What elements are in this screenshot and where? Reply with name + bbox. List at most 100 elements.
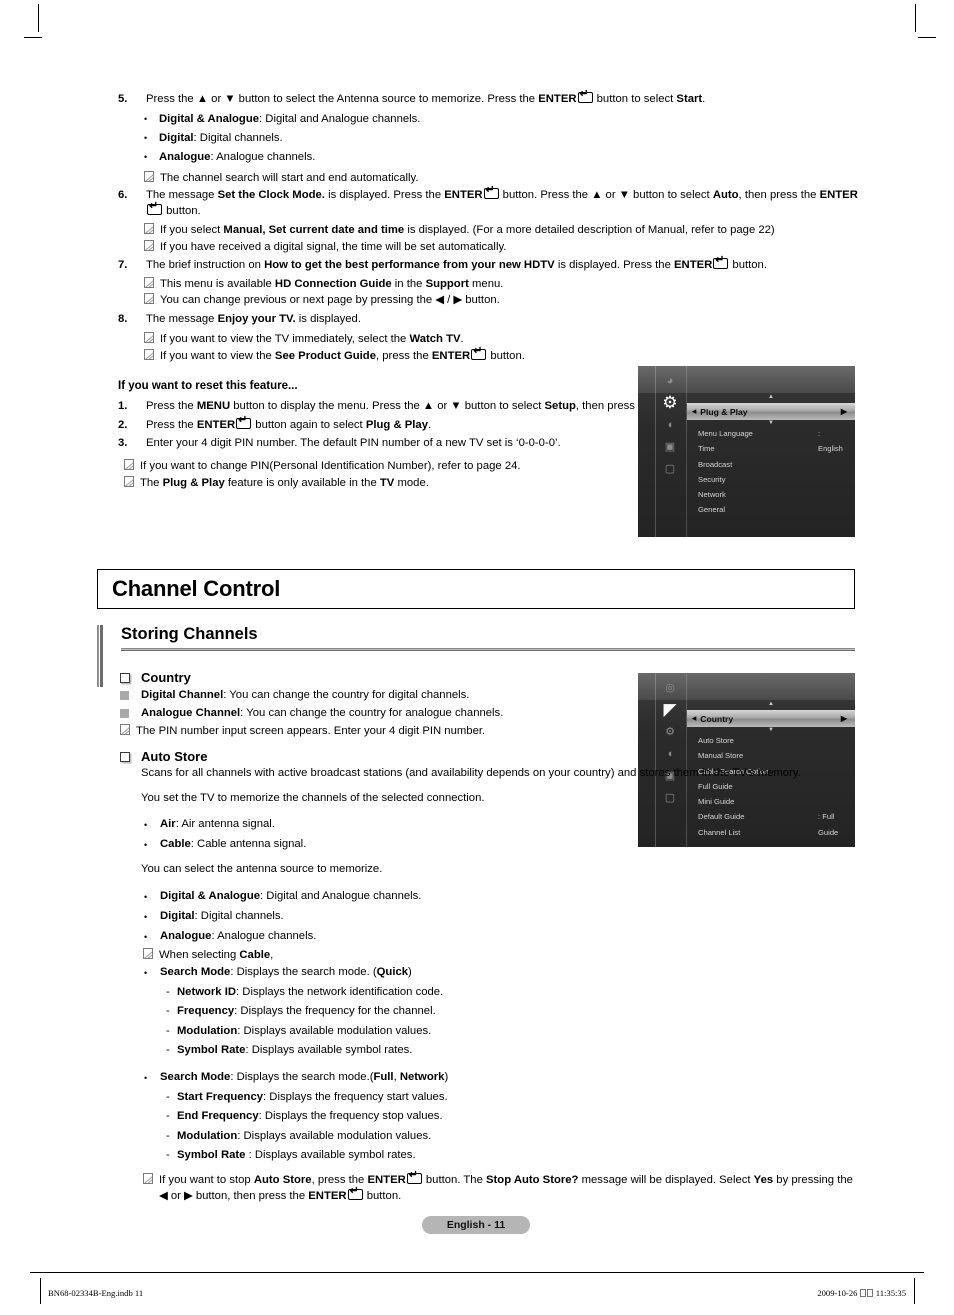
country-heading-row: Country: [120, 670, 860, 685]
auto-store-para-2: You set the TV to memorize the channels …: [141, 791, 485, 804]
step-8: 8. The message Enjoy your TV. is display…: [118, 312, 858, 328]
step-6-text: The message Set the Clock Mode. is displ…: [146, 185, 858, 219]
dash-marker-icon: -: [166, 1005, 170, 1017]
memo-note-icon: [124, 458, 140, 475]
list-item: - Modulation: Displays available modulati…: [120, 1127, 860, 1147]
chevron-right-icon: ▶: [840, 407, 847, 416]
footer-file-name: BN68-02334B-Eng.indb 11: [48, 1288, 144, 1298]
auto-store-para-3: You can select the antenna source to mem…: [141, 863, 383, 875]
list-item-text: Symbol Rate : Displays available symbol …: [177, 1149, 416, 1161]
storing-channels-body: Country Digital Channel: You can change …: [120, 670, 860, 1204]
osd-row-label: Time: [698, 444, 715, 454]
osd-row-network[interactable]: Network: [698, 487, 753, 502]
dash-marker-icon: -: [166, 1129, 170, 1142]
monitor-icon[interactable]: ▣: [659, 436, 681, 457]
note-text: This menu is available HD Connection Gui…: [160, 277, 504, 290]
note: If you want to view the See Product Guid…: [118, 346, 858, 365]
osd-row-time[interactable]: Time: [698, 441, 753, 456]
osd-row-security[interactable]: Security: [698, 472, 753, 487]
section-accent-bar: [97, 625, 103, 687]
note: If you select Manual, Set current date a…: [118, 222, 858, 239]
note: If you want to view the TV immediately, …: [118, 331, 858, 348]
osd-selected-row-setup[interactable]: ◀ Plug & Play ▶: [687, 403, 855, 420]
reset-step-3-number: 3.: [118, 437, 128, 449]
list-item-text: Search Mode: Displays the search mode. (…: [160, 965, 412, 978]
bullet-dot-icon: •: [144, 911, 148, 922]
step-8-text: The message Enjoy your TV. is displayed.: [146, 312, 361, 325]
speaker-icon[interactable]: ◖: [659, 414, 681, 435]
osd-setup-menu: Setup ◕ ⚙ ◖ ▣ ▢ ▲ ◀ Plug & Play ▶ ▼ Menu…: [638, 366, 855, 537]
list-item: • Cable: Cable antenna signal.: [120, 835, 860, 855]
reset-step-2-number: 2.: [118, 418, 128, 431]
osd-row-label: General: [698, 505, 726, 515]
dash-marker-icon: -: [166, 1090, 170, 1103]
crop-mark-bottom-left-v: [40, 1278, 41, 1304]
list-item-text: Modulation: Displays available modulatio…: [177, 1129, 432, 1142]
dash-marker-icon: -: [166, 1044, 170, 1056]
osd-row-menu-language[interactable]: Menu Language: English: [698, 426, 843, 453]
auto-store-para-1: Scans for all channels with active broad…: [141, 767, 801, 779]
list-item: - Symbol Rate: Displays available symbol …: [120, 1041, 860, 1061]
filled-square-icon: [120, 709, 129, 718]
osd-selected-label: Plug & Play: [700, 406, 748, 417]
support-icon[interactable]: ▢: [659, 458, 681, 479]
chapter-title-box: Channel Control: [97, 569, 855, 609]
osd-row-broadcast[interactable]: Broadcast: [698, 457, 753, 472]
note-text: If you have received a digital signal, t…: [160, 240, 507, 253]
auto-store-heading-row: Auto Store: [120, 749, 860, 764]
list-item: Digital Channel: You can change the coun…: [120, 687, 860, 704]
memo-note-icon: [144, 331, 160, 348]
square-bullet-icon: [120, 673, 130, 683]
note-text: If you want to stop Auto Store, press th…: [159, 1170, 860, 1204]
picture-icon[interactable]: ◕: [659, 370, 681, 391]
list-item: • Digital: Digital channels.: [118, 129, 858, 148]
list-item: • Analogue: Analogue channels.: [118, 148, 858, 167]
step-7-number: 7.: [118, 259, 128, 271]
memo-note-icon: [144, 276, 160, 293]
list-item: - Frequency: Displays the frequency for t…: [120, 1002, 860, 1022]
section-title: Storing Channels: [121, 625, 258, 643]
osd-scroll-up-indicator: ▲: [768, 394, 774, 400]
bullet-dot-icon: •: [144, 891, 148, 902]
list-item: • Air: Air antenna signal.: [120, 815, 860, 835]
square-bullet-icon: [120, 752, 130, 762]
list-item-text: Air: Air antenna signal.: [160, 818, 275, 830]
osd-row-general[interactable]: General: [698, 502, 753, 517]
note: When selecting Cable,: [120, 947, 860, 963]
crop-mark-bottom-right-v: [914, 1278, 915, 1304]
list-item-text: Analogue Channel: You can change the cou…: [141, 707, 504, 719]
note-text: If you select Manual, Set current date a…: [160, 224, 775, 236]
dash-marker-icon: -: [166, 1149, 170, 1161]
note-text: If you want to view the See Product Guid…: [160, 346, 858, 365]
list-item-text: Symbol Rate: Displays available symbol r…: [177, 1044, 413, 1056]
section-divider: [121, 648, 855, 651]
memo-note-icon: [143, 947, 159, 963]
list-item: - End Frequency: Displays the frequency s…: [120, 1107, 860, 1127]
note-text: If you want to view the TV immediately, …: [160, 333, 464, 345]
search-mode-full-row: • Search Mode: Displays the search mode.(…: [120, 1068, 860, 1088]
step-5-text: Press the ▲ or ▼ button to select the An…: [146, 89, 858, 108]
osd-setup-list: Menu Language: English Time Broadcast Se…: [698, 426, 843, 518]
osd-divider-right: [686, 366, 687, 537]
footer-time: 11:35:35: [875, 1288, 906, 1298]
memo-note-icon: [144, 292, 160, 309]
list-item-text: Digital & Analogue: Digital and Analogue…: [159, 112, 421, 125]
bullet-dot-icon: •: [144, 132, 148, 143]
note: If you have received a digital signal, t…: [118, 239, 858, 256]
auto-store-heading: Auto Store: [141, 749, 208, 764]
note: This menu is available HD Connection Gui…: [118, 276, 858, 293]
bullet-dot-icon: •: [144, 840, 148, 850]
list-item: • Digital: Digital channels.: [120, 907, 860, 927]
manual-page: 5. Press the ▲ or ▼ button to select the…: [0, 0, 954, 1315]
osd-divider-left: [655, 366, 656, 537]
list-item: - Symbol Rate : Displays available symbol…: [120, 1146, 860, 1166]
list-item-text: Analogue: Analogue channels.: [159, 150, 316, 163]
bullet-dot-icon: •: [144, 931, 148, 942]
bullet-dot-icon: •: [144, 1072, 148, 1083]
gear-icon[interactable]: ⚙: [659, 392, 681, 413]
search-mode-quick-row: • Search Mode: Displays the search mode. …: [120, 963, 860, 983]
section-header: Storing Channels: [97, 625, 855, 687]
bullet-dot-icon: •: [144, 967, 148, 978]
step-7: 7. The brief instruction on How to get t…: [118, 255, 858, 274]
list-item-text: Start Frequency: Displays the frequency …: [177, 1090, 448, 1103]
